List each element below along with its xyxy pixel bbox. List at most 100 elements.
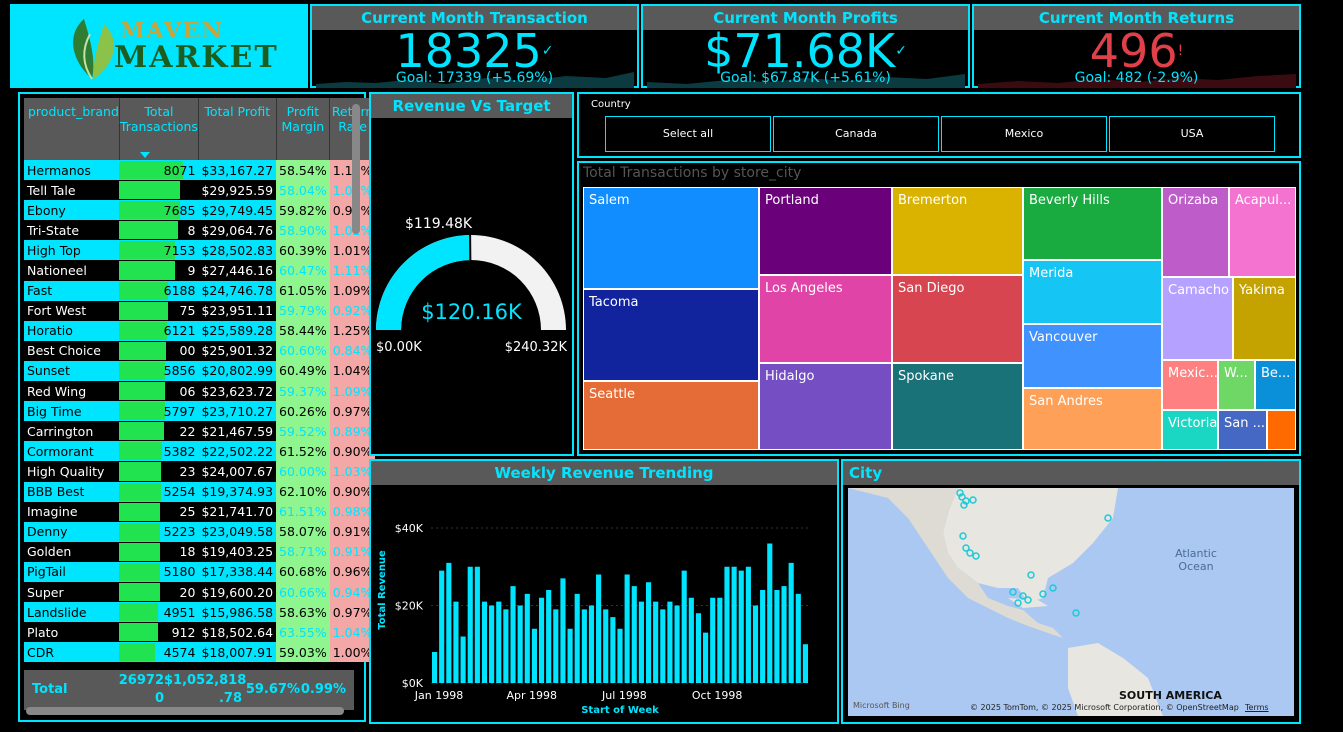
table-row[interactable]: Golden 18 $19,403.25 58.71% 0.91% — [24, 541, 376, 562]
revenue-bar[interactable] — [717, 597, 723, 683]
revenue-bar[interactable] — [474, 566, 480, 683]
revenue-bar[interactable] — [603, 609, 609, 683]
treemap-tile[interactable]: Acapul... — [1229, 187, 1296, 277]
treemap-tile[interactable]: Yakima — [1233, 277, 1296, 360]
revenue-bar[interactable] — [731, 566, 737, 683]
revenue-bar[interactable] — [446, 562, 452, 683]
revenue-bar[interactable] — [553, 609, 559, 683]
slicer-option-select-all[interactable]: Select all — [605, 116, 771, 152]
revenue-bar[interactable] — [767, 543, 773, 684]
table-row[interactable]: Nationeel 9 $27,446.16 60.47% 1.11% — [24, 260, 376, 281]
revenue-bar[interactable] — [802, 644, 808, 683]
revenue-bar[interactable] — [510, 586, 516, 683]
revenue-bar[interactable] — [624, 574, 630, 684]
table-row[interactable]: Imagine 25 $21,741.70 61.51% 0.98% — [24, 501, 376, 522]
revenue-bar[interactable] — [617, 628, 623, 683]
table-row[interactable]: Tell Tale$29,925.5958.04%1.00% — [24, 180, 376, 201]
table-row[interactable]: PigTail 5180 $17,338.44 60.68% 0.96% — [24, 561, 376, 582]
slicer-option-canada[interactable]: Canada — [773, 116, 939, 152]
col-header-margin[interactable]: Profit Margin — [276, 98, 331, 160]
table-row[interactable]: Hermanos8071$33,167.2758.54%1.11% — [24, 160, 376, 181]
treemap-tile[interactable]: Victoria — [1162, 410, 1218, 450]
revenue-bar[interactable] — [610, 617, 616, 683]
revenue-bar[interactable] — [674, 605, 680, 684]
table-row[interactable]: Big Time 5797 $23,710.27 60.26% 0.97% — [24, 401, 376, 422]
revenue-bar[interactable] — [517, 605, 523, 684]
slicer-option-mexico[interactable]: Mexico — [941, 116, 1107, 152]
table-row[interactable]: Denny 5223 $23,049.58 58.07% 0.91% — [24, 521, 376, 542]
revenue-bar[interactable] — [788, 562, 794, 683]
revenue-bar[interactable] — [795, 593, 801, 683]
table-row[interactable]: Super 20 $19,600.20 60.66% 0.94% — [24, 581, 376, 603]
table-row[interactable]: BBB Best 5254 $19,374.93 62.10% 0.90% — [24, 481, 376, 502]
revenue-bar[interactable] — [660, 609, 666, 683]
revenue-bar[interactable] — [588, 605, 595, 684]
table-row[interactable]: Red Wing 06 $23,623.72 59.37% 1.09% — [24, 381, 376, 402]
table-row[interactable]: Fort West 75 $23,951.11 59.79% 0.92% — [24, 300, 376, 321]
revenue-bar[interactable] — [645, 582, 652, 683]
treemap-tile[interactable]: Hidalgo — [759, 363, 892, 450]
revenue-bar[interactable] — [781, 586, 787, 683]
revenue-bar[interactable] — [524, 593, 530, 683]
table-row[interactable]: Cormorant 5382 $22,502.22 61.52% 0.90% — [24, 441, 376, 462]
treemap-tile[interactable]: Salem — [583, 187, 759, 289]
table-row[interactable]: Tri-State8$29,064.7658.90%1.02% — [24, 220, 376, 241]
treemap-tile[interactable]: Be... — [1255, 360, 1296, 410]
revenue-bar[interactable] — [432, 652, 438, 683]
map-terms-link[interactable]: Terms — [1245, 703, 1269, 712]
table-row[interactable]: Ebony7685$29,749.4559.82%0.95% — [24, 200, 376, 221]
revenue-bar[interactable] — [667, 601, 673, 683]
revenue-bar[interactable] — [481, 601, 488, 683]
table-row[interactable]: Fast 6188 $24,746.78 61.05% 1.09% — [24, 280, 376, 301]
table-row[interactable]: Horatio 6121 $25,589.28 58.44% 1.25% — [24, 320, 376, 341]
revenue-bar[interactable] — [774, 590, 780, 683]
vertical-scrollbar[interactable] — [352, 104, 360, 234]
treemap-tile[interactable]: Mexic... — [1162, 360, 1218, 410]
table-row[interactable]: Carrington 22 $21,467.59 59.52% 0.89% — [24, 421, 376, 442]
treemap-tile[interactable]: Merida — [1023, 260, 1162, 324]
treemap-tile[interactable]: Los Angeles — [759, 275, 892, 363]
revenue-bar[interactable] — [503, 609, 509, 683]
revenue-bar[interactable] — [489, 605, 495, 684]
revenue-bar[interactable] — [460, 636, 466, 684]
table-row[interactable]: High Top 7153 $28,502.83 60.39% 1.01% — [24, 240, 376, 261]
col-header-transactions[interactable]: Total Transactions — [119, 98, 199, 160]
treemap-tile[interactable]: Vancouver — [1023, 324, 1162, 388]
revenue-bar[interactable] — [752, 605, 759, 684]
revenue-bar[interactable] — [638, 601, 644, 683]
col-header-profit[interactable]: Total Profit — [198, 98, 277, 160]
revenue-bar[interactable] — [581, 609, 587, 683]
table-row[interactable]: Sunset 5856 $20,802.99 60.49% 1.04% — [24, 360, 376, 382]
table-row[interactable]: CDR 4574 $18,007.91 59.03% 1.00% — [24, 642, 376, 663]
revenue-bar[interactable] — [567, 628, 573, 683]
revenue-bar[interactable] — [453, 601, 459, 683]
table-row[interactable]: Best Choice 00 $25,901.32 60.60% 0.84% — [24, 340, 376, 361]
revenue-bar[interactable] — [738, 570, 744, 683]
treemap-tile[interactable]: Camacho — [1162, 277, 1233, 360]
treemap-tile[interactable]: Portland — [759, 187, 892, 275]
table-row[interactable]: High Quality 23 $24,007.67 60.00% 1.03% — [24, 461, 376, 482]
revenue-bar[interactable] — [439, 570, 445, 683]
treemap-tile[interactable]: San Andres — [1023, 388, 1162, 450]
treemap-tile[interactable]: Beverly Hills — [1023, 187, 1162, 260]
horizontal-scrollbar[interactable] — [26, 707, 344, 715]
map-canvas[interactable] — [848, 488, 1294, 716]
treemap-tile[interactable]: Seattle — [583, 381, 759, 450]
revenue-bar[interactable] — [596, 574, 602, 684]
revenue-bar[interactable] — [695, 613, 702, 683]
col-header-brand[interactable]: product_brand — [24, 98, 120, 160]
treemap-tile[interactable]: San ... — [1218, 410, 1267, 450]
revenue-bar[interactable] — [745, 566, 751, 683]
revenue-bar[interactable] — [760, 590, 766, 683]
table-row[interactable]: Landslide 4951 $15,986.58 58.63% 0.97% — [24, 602, 376, 623]
revenue-bar[interactable] — [560, 578, 566, 683]
revenue-bar[interactable] — [653, 601, 659, 683]
treemap-tile[interactable]: San Diego — [892, 275, 1023, 363]
treemap-tile[interactable]: W... — [1218, 360, 1255, 410]
revenue-bar[interactable] — [688, 597, 694, 683]
treemap-tile[interactable]: Spokane — [892, 363, 1023, 450]
slicer-option-usa[interactable]: USA — [1109, 116, 1275, 152]
treemap-tile[interactable]: Bremerton — [892, 187, 1023, 275]
revenue-bar[interactable] — [496, 601, 502, 683]
revenue-bar[interactable] — [631, 586, 637, 683]
